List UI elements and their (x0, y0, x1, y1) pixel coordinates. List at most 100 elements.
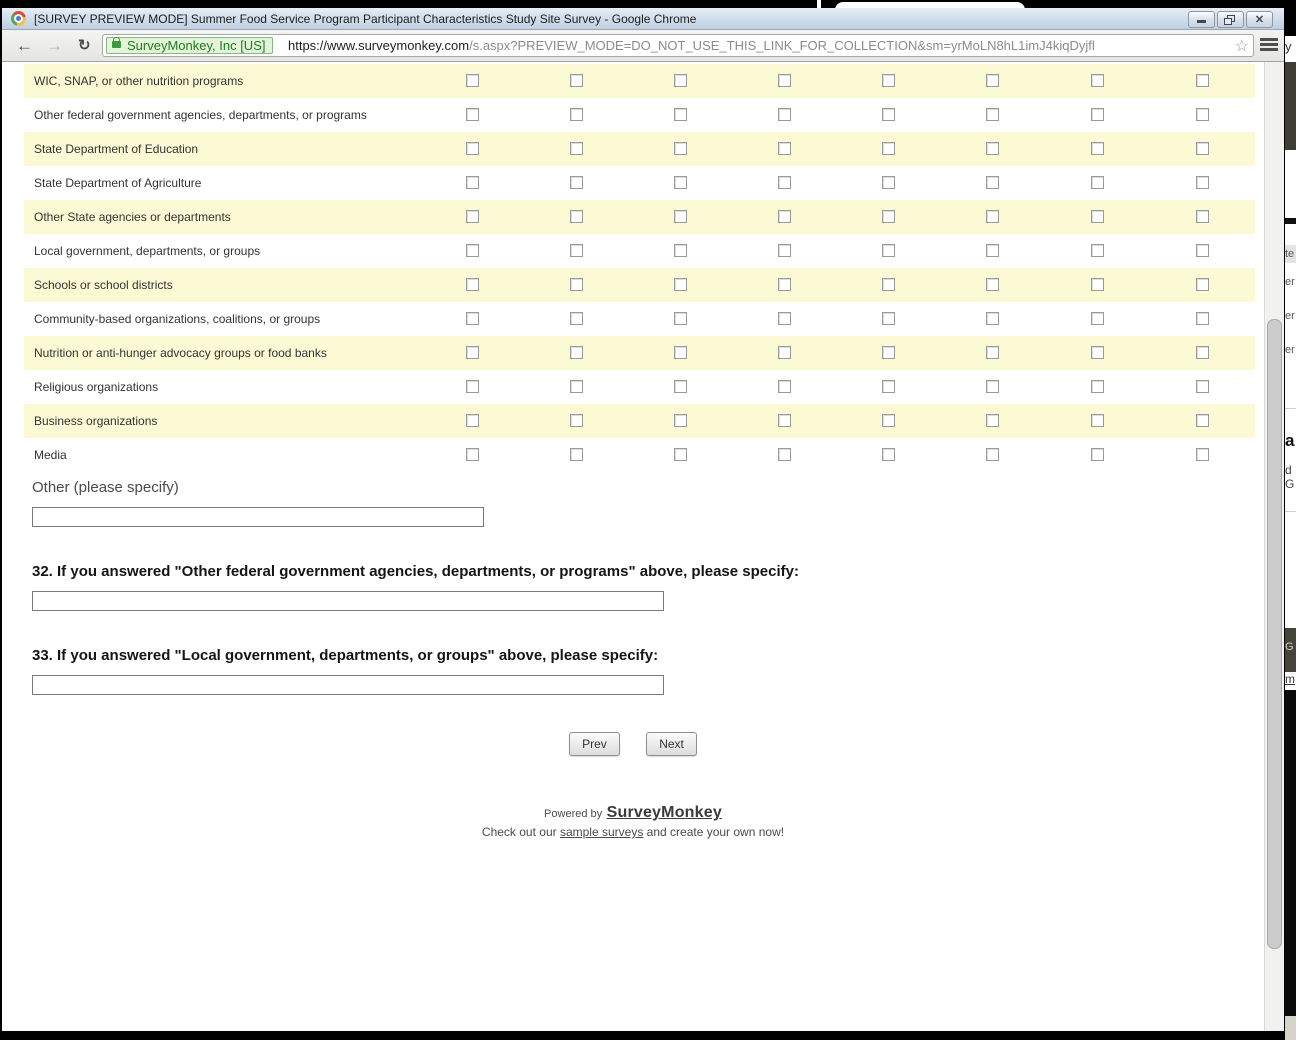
matrix-checkbox[interactable] (1091, 448, 1104, 461)
matrix-checkbox[interactable] (778, 176, 791, 189)
sample-surveys-link[interactable]: sample surveys (560, 825, 643, 839)
matrix-checkbox[interactable] (778, 210, 791, 223)
matrix-checkbox[interactable] (674, 210, 687, 223)
matrix-checkbox[interactable] (674, 74, 687, 87)
matrix-checkbox[interactable] (570, 414, 583, 427)
other-specify-input[interactable] (32, 507, 484, 527)
matrix-checkbox[interactable] (882, 108, 895, 121)
matrix-checkbox[interactable] (882, 346, 895, 359)
surveymonkey-brand-link[interactable]: SurveyMonkey (607, 804, 722, 821)
matrix-checkbox[interactable] (1196, 278, 1209, 291)
matrix-checkbox[interactable] (778, 142, 791, 155)
matrix-checkbox[interactable] (570, 346, 583, 359)
matrix-checkbox[interactable] (986, 346, 999, 359)
restore-button[interactable] (1217, 11, 1244, 28)
chrome-menu-icon[interactable] (1260, 38, 1280, 52)
matrix-checkbox[interactable] (570, 210, 583, 223)
matrix-checkbox[interactable] (466, 74, 479, 87)
address-bar[interactable]: SurveyMonkey, Inc [US] https://www.surve… (102, 34, 1254, 57)
matrix-checkbox[interactable] (674, 414, 687, 427)
matrix-checkbox[interactable] (466, 278, 479, 291)
question-33-input[interactable] (32, 675, 664, 695)
matrix-checkbox[interactable] (882, 244, 895, 257)
matrix-checkbox[interactable] (1196, 312, 1209, 325)
matrix-checkbox[interactable] (882, 278, 895, 291)
matrix-checkbox[interactable] (1091, 210, 1104, 223)
matrix-checkbox[interactable] (986, 210, 999, 223)
matrix-checkbox[interactable] (570, 176, 583, 189)
matrix-checkbox[interactable] (1091, 346, 1104, 359)
matrix-checkbox[interactable] (778, 346, 791, 359)
matrix-checkbox[interactable] (778, 414, 791, 427)
matrix-checkbox[interactable] (1196, 414, 1209, 427)
matrix-checkbox[interactable] (882, 448, 895, 461)
matrix-checkbox[interactable] (674, 278, 687, 291)
matrix-checkbox[interactable] (986, 108, 999, 121)
matrix-checkbox[interactable] (986, 414, 999, 427)
matrix-checkbox[interactable] (1196, 380, 1209, 393)
question-32-input[interactable] (32, 591, 664, 611)
matrix-checkbox[interactable] (1091, 312, 1104, 325)
matrix-checkbox[interactable] (882, 176, 895, 189)
matrix-checkbox[interactable] (986, 244, 999, 257)
matrix-checkbox[interactable] (778, 74, 791, 87)
matrix-checkbox[interactable] (674, 312, 687, 325)
matrix-checkbox[interactable] (1091, 142, 1104, 155)
matrix-checkbox[interactable] (882, 414, 895, 427)
matrix-checkbox[interactable] (882, 74, 895, 87)
matrix-checkbox[interactable] (1196, 176, 1209, 189)
next-button[interactable]: Next (646, 732, 697, 756)
matrix-checkbox[interactable] (466, 244, 479, 257)
scrollbar-thumb[interactable] (1267, 319, 1282, 949)
matrix-checkbox[interactable] (674, 244, 687, 257)
matrix-checkbox[interactable] (466, 414, 479, 427)
matrix-checkbox[interactable] (674, 176, 687, 189)
ev-certificate-badge[interactable]: SurveyMonkey, Inc [US] (106, 37, 274, 54)
matrix-checkbox[interactable] (674, 346, 687, 359)
matrix-checkbox[interactable] (1091, 380, 1104, 393)
matrix-checkbox[interactable] (986, 380, 999, 393)
matrix-checkbox[interactable] (466, 108, 479, 121)
matrix-checkbox[interactable] (1091, 244, 1104, 257)
matrix-checkbox[interactable] (778, 448, 791, 461)
matrix-checkbox[interactable] (466, 380, 479, 393)
forward-button[interactable]: → (46, 33, 63, 59)
matrix-checkbox[interactable] (466, 346, 479, 359)
matrix-checkbox[interactable] (1196, 210, 1209, 223)
matrix-checkbox[interactable] (986, 176, 999, 189)
matrix-checkbox[interactable] (1196, 74, 1209, 87)
matrix-checkbox[interactable] (570, 142, 583, 155)
reload-button[interactable]: ↻ (78, 33, 91, 59)
matrix-checkbox[interactable] (778, 108, 791, 121)
matrix-checkbox[interactable] (1091, 414, 1104, 427)
matrix-checkbox[interactable] (570, 448, 583, 461)
matrix-checkbox[interactable] (570, 74, 583, 87)
matrix-checkbox[interactable] (466, 142, 479, 155)
matrix-checkbox[interactable] (570, 108, 583, 121)
matrix-checkbox[interactable] (778, 380, 791, 393)
matrix-checkbox[interactable] (570, 244, 583, 257)
matrix-checkbox[interactable] (882, 210, 895, 223)
matrix-checkbox[interactable] (466, 448, 479, 461)
matrix-checkbox[interactable] (986, 312, 999, 325)
matrix-checkbox[interactable] (778, 278, 791, 291)
minimize-button[interactable] (1188, 11, 1215, 28)
matrix-checkbox[interactable] (570, 380, 583, 393)
matrix-checkbox[interactable] (882, 380, 895, 393)
matrix-checkbox[interactable] (778, 312, 791, 325)
bookmark-star-icon[interactable]: ☆ (1235, 36, 1249, 56)
prev-button[interactable]: Prev (569, 732, 620, 756)
matrix-checkbox[interactable] (466, 312, 479, 325)
matrix-checkbox[interactable] (986, 74, 999, 87)
matrix-checkbox[interactable] (778, 244, 791, 257)
matrix-checkbox[interactable] (1091, 176, 1104, 189)
matrix-checkbox[interactable] (986, 278, 999, 291)
matrix-checkbox[interactable] (1091, 108, 1104, 121)
matrix-checkbox[interactable] (1196, 448, 1209, 461)
matrix-checkbox[interactable] (570, 278, 583, 291)
matrix-checkbox[interactable] (466, 210, 479, 223)
matrix-checkbox[interactable] (570, 312, 583, 325)
matrix-checkbox[interactable] (674, 448, 687, 461)
matrix-checkbox[interactable] (1091, 278, 1104, 291)
matrix-checkbox[interactable] (1196, 108, 1209, 121)
